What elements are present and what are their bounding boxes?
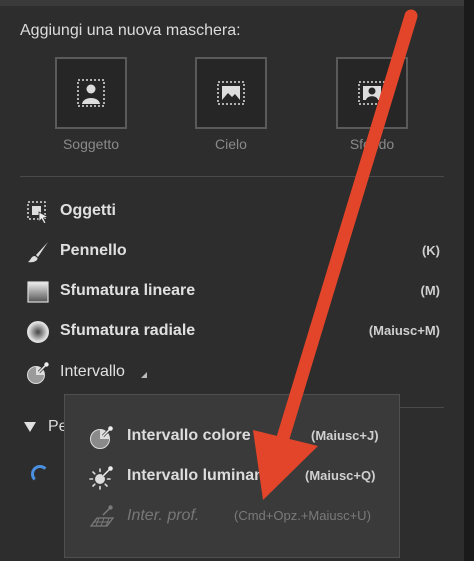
- tool-brush[interactable]: Pennello (K): [22, 237, 452, 267]
- menu-item-luminance-range-label: Intervallo luminanza: [127, 467, 281, 484]
- range-icon: [27, 362, 49, 384]
- background-tile-label: Sfondo: [349, 136, 395, 152]
- menu-item-depth-range-shortcut: (Cmd+Opz.+Maiusc+U): [234, 508, 371, 523]
- radial-gradient-icon: [27, 321, 49, 343]
- tool-objects[interactable]: Oggetti: [22, 197, 452, 227]
- background-tile-button[interactable]: [336, 57, 408, 129]
- depth-range-icon: [89, 505, 115, 527]
- tool-range[interactable]: Intervallo: [22, 358, 452, 388]
- tool-range-label: Intervallo: [60, 363, 125, 380]
- color-range-icon: [90, 426, 113, 449]
- add-mask-heading: Aggiungi una nuova maschera:: [20, 22, 241, 39]
- luminance-range-icon: [89, 466, 113, 490]
- panel-top-strip: [0, 0, 464, 6]
- tool-brush-shortcut: (K): [421, 243, 440, 258]
- menu-item-color-range[interactable]: Intervallo colore (Maiusc+J): [89, 422, 389, 452]
- loading-spinner-icon: [31, 465, 49, 483]
- masking-panel: Aggiungi una nuova maschera: Soggetto Ci…: [0, 0, 474, 561]
- menu-item-depth-range: Inter. prof. (Cmd+Opz.+Maiusc+U): [89, 502, 389, 532]
- menu-item-depth-range-label: Inter. prof.: [127, 507, 200, 524]
- sky-tile-label: Cielo: [215, 136, 247, 152]
- tool-radial-gradient-label: Sfumatura radiale: [60, 322, 196, 339]
- linear-gradient-icon: [27, 281, 49, 303]
- tool-linear-gradient[interactable]: Sfumatura lineare (M): [22, 277, 452, 307]
- tool-radial-gradient[interactable]: Sfumatura radiale (Maiusc+M): [22, 317, 452, 347]
- menu-item-luminance-range[interactable]: Intervallo luminanza (Maiusc+Q): [89, 462, 389, 492]
- sky-tile-button[interactable]: [195, 57, 267, 129]
- menu-item-luminance-range-shortcut: (Maiusc+Q): [305, 468, 376, 483]
- tool-brush-label: Pennello: [60, 242, 127, 259]
- menu-item-color-range-label: Intervallo colore: [127, 427, 251, 444]
- menu-item-color-range-shortcut: (Maiusc+J): [311, 428, 379, 443]
- tool-radial-gradient-shortcut: (Maiusc+M): [368, 323, 440, 338]
- range-submenu-caret-icon: [141, 372, 147, 378]
- background-icon: [358, 81, 386, 105]
- brush-icon: [28, 242, 48, 263]
- panel-scrollbar[interactable]: [464, 0, 474, 561]
- tool-linear-gradient-label: Sfumatura lineare: [60, 282, 196, 299]
- tool-linear-gradient-shortcut: (M): [420, 283, 441, 298]
- divider-top: [20, 176, 444, 177]
- subject-icon: [77, 79, 105, 107]
- divider-bottom: [400, 407, 444, 408]
- range-submenu-popup: Intervallo colore (Maiusc+J) Intervallo …: [64, 394, 400, 558]
- tool-objects-label: Oggetti: [60, 202, 116, 219]
- disclosure-triangle-icon: [24, 422, 36, 432]
- subject-tile-label: Soggetto: [62, 136, 120, 152]
- subject-tile-button[interactable]: [55, 57, 127, 129]
- sky-icon: [217, 81, 245, 105]
- objects-icon: [27, 201, 50, 224]
